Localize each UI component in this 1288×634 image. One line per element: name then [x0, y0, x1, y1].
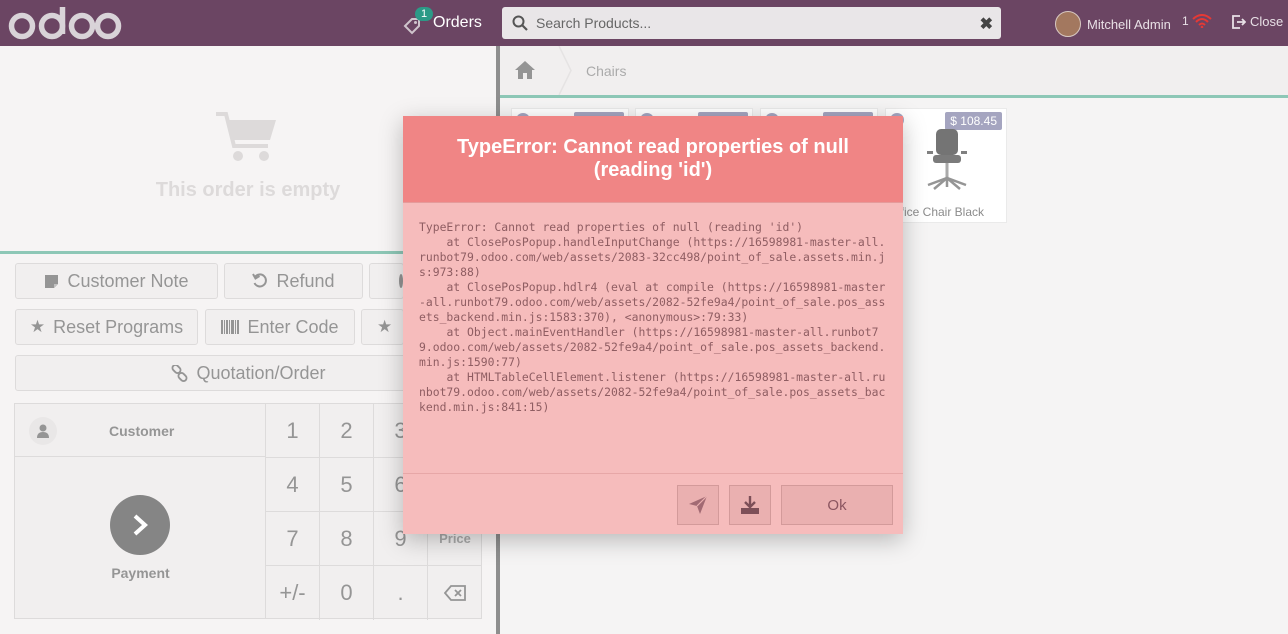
odoo-logo — [8, 7, 122, 40]
clear-search-icon[interactable]: ✖ — [980, 14, 993, 34]
error-title: TypeError: Cannot read properties of nul… — [457, 136, 849, 181]
user-profile[interactable]: Mitchell Admin — [1055, 11, 1171, 37]
sync-count: 1 — [1182, 14, 1189, 28]
sync-status[interactable]: 1 — [1182, 14, 1212, 28]
ok-button[interactable]: Ok — [781, 485, 893, 525]
download-error-button[interactable] — [729, 485, 771, 525]
pos-header: 1 Orders ✖ Mitchell Admin 1 Close — [0, 0, 1288, 46]
download-icon — [741, 496, 759, 514]
orders-count-badge: 1 — [415, 7, 434, 21]
orders-button[interactable]: 1 Orders — [403, 7, 482, 38]
user-avatar — [1055, 11, 1081, 37]
product-search[interactable]: ✖ — [502, 7, 1001, 39]
search-icon — [512, 15, 528, 31]
search-input[interactable] — [534, 14, 978, 32]
user-name: Mitchell Admin — [1087, 16, 1171, 32]
orders-label: Orders — [433, 14, 482, 31]
close-session-button[interactable]: Close — [1232, 14, 1283, 29]
error-traceback: TypeError: Cannot read properties of nul… — [419, 220, 886, 414]
error-popup-footer: Ok — [403, 473, 903, 535]
error-popup: TypeError: Cannot read properties of nul… — [403, 116, 903, 534]
send-error-button[interactable] — [677, 485, 719, 525]
wifi-icon — [1192, 14, 1212, 28]
sign-out-icon — [1232, 14, 1246, 29]
close-label: Close — [1250, 14, 1284, 29]
error-popup-header: TypeError: Cannot read properties of nul… — [403, 116, 903, 203]
send-icon — [689, 495, 708, 514]
